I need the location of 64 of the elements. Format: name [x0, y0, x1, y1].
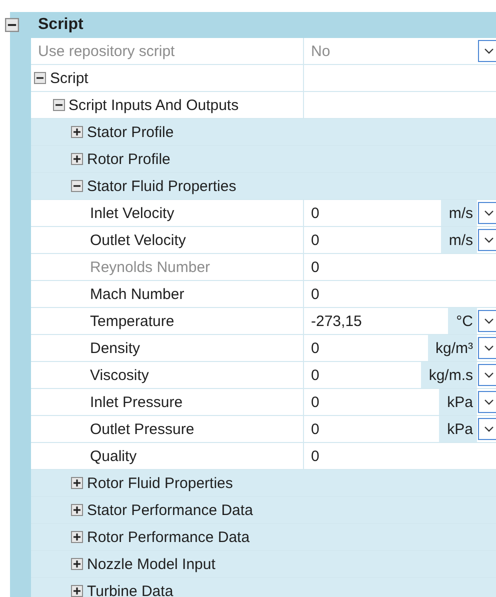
category-label: Script Inputs And Outputs	[68, 96, 239, 114]
category-label: Stator Fluid Properties	[87, 178, 236, 194]
property-label: Inlet Pressure	[90, 394, 183, 410]
category-label: Script	[50, 70, 88, 86]
expand-icon[interactable]	[71, 531, 83, 543]
unit-label: kPa	[439, 389, 477, 415]
dropdown-button[interactable]	[478, 364, 496, 386]
property-label: Mach Number	[90, 286, 184, 302]
property-label: Outlet Pressure	[90, 420, 194, 438]
property-label: Inlet Velocity	[90, 204, 174, 222]
chevron-down-icon	[484, 345, 494, 351]
unit-label: kg/m.s	[420, 362, 477, 388]
unit-label: kPa	[439, 416, 477, 442]
expand-icon[interactable]	[71, 558, 83, 570]
unit-label: °C	[448, 308, 477, 334]
expand-icon[interactable]	[71, 126, 83, 138]
category-label: Rotor Performance Data	[87, 528, 250, 546]
property-label: Density	[90, 340, 140, 356]
category-label: Nozzle Model Input	[87, 556, 216, 572]
property-value[interactable]: 0	[311, 448, 496, 464]
collapse-icon[interactable]	[71, 180, 83, 192]
property-value[interactable]: 0	[311, 420, 440, 438]
collapse-icon[interactable]	[52, 99, 64, 111]
expand-icon[interactable]	[71, 504, 83, 516]
property-label: Outlet Velocity	[90, 232, 186, 248]
property-value[interactable]: 0	[311, 394, 440, 410]
property-value[interactable]: 0	[311, 204, 441, 222]
property-value[interactable]: -273,15	[311, 312, 448, 330]
category-label: Stator Profile	[87, 124, 174, 140]
property-label: Viscosity	[90, 366, 149, 384]
property-value[interactable]: 0	[311, 232, 441, 248]
chevron-down-icon	[484, 318, 494, 324]
section-title: Script	[38, 16, 84, 34]
expand-icon[interactable]	[71, 477, 83, 489]
dropdown-button[interactable]	[478, 391, 496, 413]
chevron-down-icon	[484, 210, 494, 216]
unit-label: kg/m³	[428, 335, 477, 361]
category-label: Stator Performance Data	[87, 502, 253, 518]
expand-icon[interactable]	[71, 585, 83, 597]
chevron-down-icon	[484, 399, 494, 405]
property-value[interactable]: 0	[311, 340, 428, 356]
property-value[interactable]: 0	[311, 286, 496, 302]
chevron-down-icon	[484, 237, 494, 243]
dropdown-button[interactable]	[478, 310, 496, 332]
chevron-down-icon	[484, 48, 494, 54]
unit-label: m/s	[440, 227, 477, 253]
property-label: Quality	[90, 448, 137, 464]
dropdown-button[interactable]	[478, 337, 496, 359]
dropdown-button[interactable]	[478, 229, 496, 251]
chevron-down-icon	[484, 426, 494, 432]
dropdown-button[interactable]	[478, 418, 496, 440]
unit-label: m/s	[440, 200, 477, 226]
category-label: Rotor Fluid Properties	[87, 474, 233, 492]
chevron-down-icon	[484, 372, 494, 378]
category-label: Turbine Data	[87, 582, 174, 597]
property-label: Use repository script	[38, 42, 175, 60]
category-label: Rotor Profile	[87, 150, 170, 168]
property-label: Reynolds Number	[90, 258, 210, 276]
property-value[interactable]: 0	[311, 366, 421, 384]
property-label: Temperature	[90, 312, 174, 330]
collapse-icon[interactable]	[34, 72, 46, 84]
dropdown-button[interactable]	[478, 202, 496, 224]
expand-icon[interactable]	[71, 153, 83, 165]
collapse-icon[interactable]	[5, 18, 19, 32]
